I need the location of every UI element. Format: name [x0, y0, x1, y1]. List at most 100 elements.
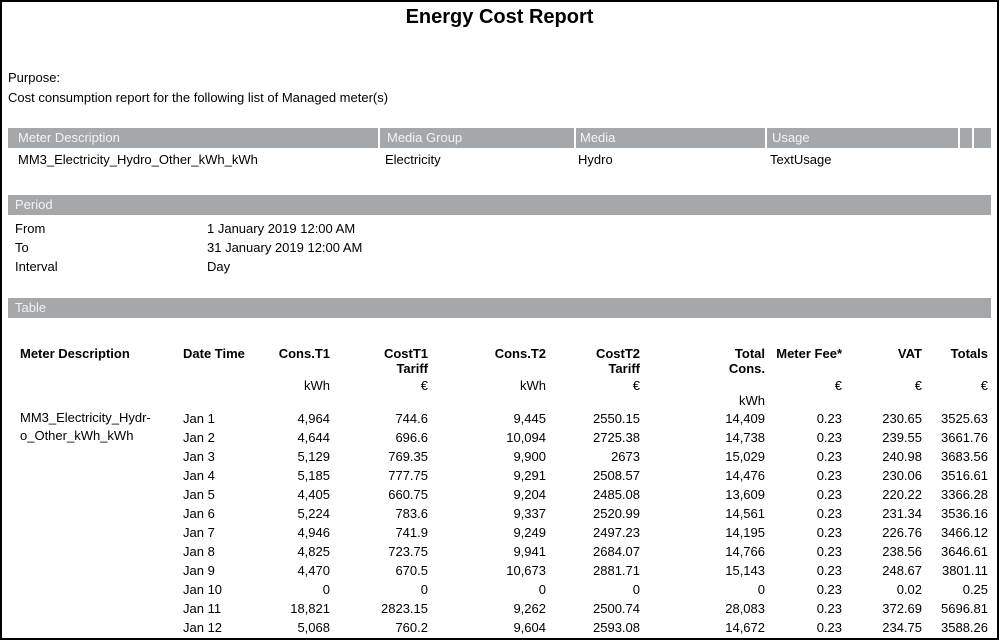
cell-date: Jan 8	[175, 542, 240, 561]
cell-total-cons: 0	[642, 580, 767, 599]
meter-row: MM3_Electricity_Hydro_Other_kWh_kWh Elec…	[8, 150, 991, 170]
purpose-text: Cost consumption report for the followin…	[8, 88, 388, 108]
cell-cons-t2: 9,900	[430, 447, 548, 466]
table-section-title: Table	[8, 300, 46, 315]
cell-total-cons: 14,561	[642, 504, 767, 523]
cell-total-cons: 14,476	[642, 466, 767, 485]
cell-vat: 238.56	[844, 542, 924, 561]
period-row: From1 January 2019 12:00 AM	[15, 219, 362, 238]
usage-value: TextUsage	[765, 150, 958, 170]
cell-cost-t2: 2500.74	[548, 599, 642, 618]
table-row: Jan 3 5,129 769.35 9,900 2673 15,029 0.2…	[8, 447, 991, 466]
period-row: To31 January 2019 12:00 AM	[15, 238, 362, 257]
period-rows: From1 January 2019 12:00 AM To31 January…	[15, 219, 362, 276]
cell-vat: 231.34	[844, 504, 924, 523]
energy-cost-report-page: Energy Cost Report Purpose: Cost consump…	[0, 0, 999, 640]
cell-totals: 3646.61	[924, 542, 991, 561]
cell-meter-fee: 0.23	[767, 523, 844, 542]
cell-cons-t2: 9,941	[430, 542, 548, 561]
cell-total-cons: 15,029	[642, 447, 767, 466]
cell-cons-t1: 4,946	[240, 523, 332, 542]
cell-date: Jan 3	[175, 447, 240, 466]
period-row-value: Day	[207, 259, 230, 274]
cell-vat: 240.98	[844, 447, 924, 466]
cell-vat: 226.76	[844, 523, 924, 542]
unit-cons-t2: kWh	[430, 378, 548, 393]
page-title: Energy Cost Report	[2, 6, 997, 29]
table-row: Jan 8 4,825 723.75 9,941 2684.07 14,766 …	[8, 542, 991, 561]
cell-totals: 3525.63	[924, 409, 991, 428]
table-row: Jan 10 0 0 0 0 0 0.23 0.02 0.25	[8, 580, 991, 599]
cell-totals: 0.25	[924, 580, 991, 599]
cell-vat: 230.65	[844, 409, 924, 428]
meter-header-media: Media	[574, 128, 765, 148]
cell-cons-t1: 5,068	[240, 618, 332, 637]
data-table: Meter Description Date Time Cons.T1 Cost…	[8, 346, 991, 637]
table-row: Jan 4 5,185 777.75 9,291 2508.57 14,476 …	[8, 466, 991, 485]
cell-total-cons: 15,143	[642, 561, 767, 580]
cell-total-cons: 14,672	[642, 618, 767, 637]
cell-vat: 234.75	[844, 618, 924, 637]
cell-cost-t2: 2593.08	[548, 618, 642, 637]
cell-vat: 239.55	[844, 428, 924, 447]
cell-vat: 220.22	[844, 485, 924, 504]
table-row: Jan 7 4,946 741.9 9,249 2497.23 14,195 0…	[8, 523, 991, 542]
cell-cost-t2: 2684.07	[548, 542, 642, 561]
meter-header-description: Meter Description	[8, 128, 378, 148]
cell-date: Jan 7	[175, 523, 240, 542]
cell-date: Jan 12	[175, 618, 240, 637]
cell-cost-t1: 741.9	[332, 523, 430, 542]
cell-cons-t2: 10,094	[430, 428, 548, 447]
cell-cons-t1: 4,405	[240, 485, 332, 504]
cell-cost-t1: 760.2	[332, 618, 430, 637]
cell-date: Jan 11	[175, 599, 240, 618]
cell-meter-fee: 0.23	[767, 599, 844, 618]
period-row: IntervalDay	[15, 257, 362, 276]
cell-totals: 3661.76	[924, 428, 991, 447]
cell-total-cons: 14,409	[642, 409, 767, 428]
cell-cons-t2: 9,604	[430, 618, 548, 637]
purpose-section: Purpose: Cost consumption report for the…	[8, 68, 388, 108]
meter-header-usage: Usage	[765, 128, 958, 148]
cell-date: Jan 9	[175, 561, 240, 580]
cell-cost-t2: 2550.15	[548, 409, 642, 428]
cell-cost-t1: 744.6	[332, 409, 430, 428]
cell-cons-t1: 5,185	[240, 466, 332, 485]
cell-meter-fee: 0.23	[767, 466, 844, 485]
cell-totals: 3516.61	[924, 466, 991, 485]
cell-total-cons: 14,766	[642, 542, 767, 561]
col-header-meter-description: Meter Description	[8, 346, 175, 378]
cell-meter-fee: 0.23	[767, 504, 844, 523]
col-header-cons-t1: Cons.T1	[240, 346, 332, 378]
cell-totals: 5696.81	[924, 599, 991, 618]
cell-cost-t1: 723.75	[332, 542, 430, 561]
cell-cost-t2: 2520.99	[548, 504, 642, 523]
cell-cons-t1: 4,470	[240, 561, 332, 580]
cell-meter-fee: 0.23	[767, 428, 844, 447]
cell-totals: 3366.28	[924, 485, 991, 504]
cell-cons-t2: 9,262	[430, 599, 548, 618]
period-row-value: 1 January 2019 12:00 AM	[207, 221, 355, 236]
cell-cons-t2: 10,673	[430, 561, 548, 580]
meter-header-spacer-1	[958, 128, 972, 148]
cell-date: Jan 2	[175, 428, 240, 447]
cell-cost-t2: 2725.38	[548, 428, 642, 447]
meter-table-header-bar: Meter Description Media Group Media Usag…	[8, 128, 991, 148]
table-row: Jan 6 5,224 783.6 9,337 2520.99 14,561 0…	[8, 504, 991, 523]
cell-meter-fee: 0.23	[767, 485, 844, 504]
cell-cons-t1: 5,129	[240, 447, 332, 466]
period-row-label: From	[15, 219, 207, 238]
col-header-total-cons: Total Cons.	[642, 346, 767, 378]
col-header-cost-t2-tariff: CostT2 Tariff	[548, 346, 642, 378]
cell-cost-t2: 2485.08	[548, 485, 642, 504]
unit-totals: €	[924, 378, 991, 393]
cell-totals: 3536.16	[924, 504, 991, 523]
table-row: Jan 11 18,821 2823.15 9,262 2500.74 28,0…	[8, 599, 991, 618]
cell-cons-t2: 9,249	[430, 523, 548, 542]
unit-meter-fee: €	[767, 378, 844, 393]
cell-cost-t1: 769.35	[332, 447, 430, 466]
col-header-meter-fee: Meter Fee*	[767, 346, 844, 378]
period-row-label: To	[15, 238, 207, 257]
cell-cost-t2: 2508.57	[548, 466, 642, 485]
media-value: Hydro	[574, 150, 765, 170]
